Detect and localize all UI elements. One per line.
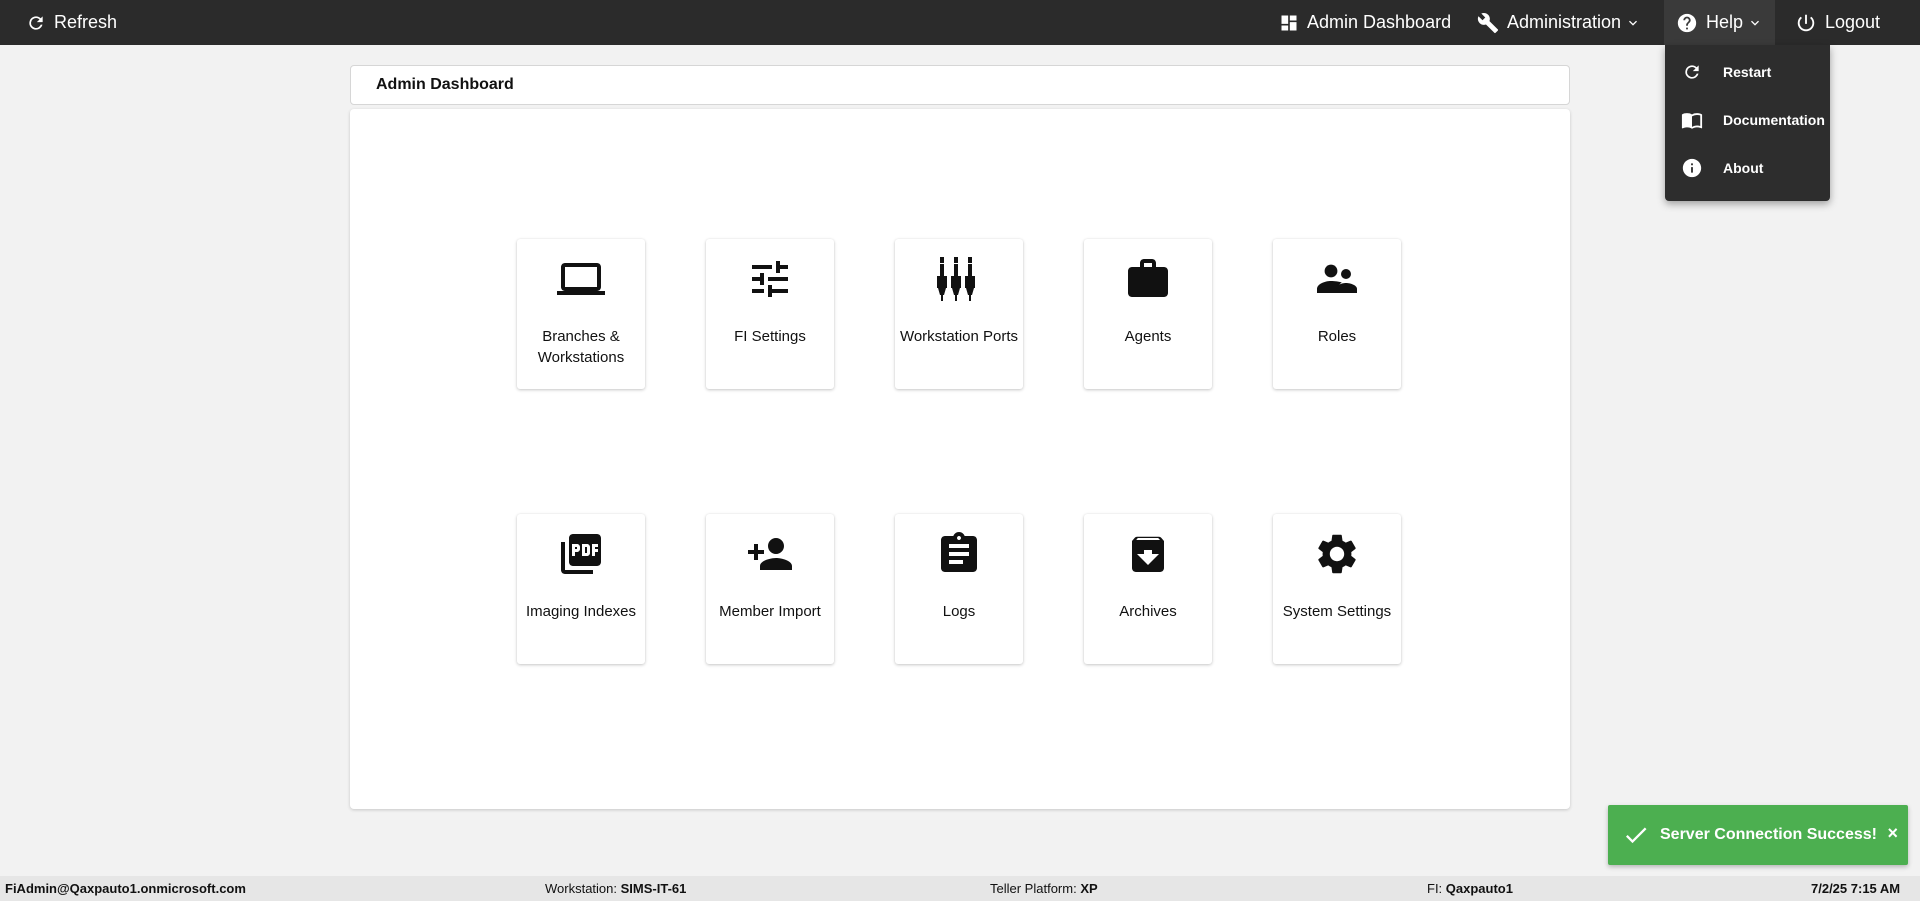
tile-member-import[interactable]: Member Import xyxy=(706,514,834,664)
status-teller-platform: Teller Platform: XP xyxy=(990,876,1098,901)
dashboard-icon xyxy=(1279,13,1299,33)
tile-label: Imaging Indexes xyxy=(525,603,637,620)
user-email: FiAdmin@Qaxpauto1.onmicrosoft.com xyxy=(5,881,246,896)
tile-label: Workstation Ports xyxy=(899,328,1019,345)
info-icon xyxy=(1681,157,1703,179)
archive-icon xyxy=(1084,530,1212,578)
tile-label: Archives xyxy=(1119,603,1177,620)
tile-label: System Settings xyxy=(1282,603,1392,620)
workstation-label: Workstation: xyxy=(545,881,618,896)
restart-icon xyxy=(1681,61,1703,83)
menu-item-restart[interactable]: Restart xyxy=(1665,52,1830,92)
workstation-value: SIMS-IT-61 xyxy=(620,881,687,896)
fi-value: Qaxpauto1 xyxy=(1445,881,1513,896)
admin-dashboard-nav[interactable]: Admin Dashboard xyxy=(1279,0,1451,45)
help-circle-icon xyxy=(1676,12,1698,34)
tile-label: Roles xyxy=(1317,328,1357,345)
laptop-icon xyxy=(517,255,645,303)
menu-item-label: Documentation xyxy=(1723,112,1825,128)
admin-dashboard-label: Admin Dashboard xyxy=(1307,12,1452,32)
tile-logs[interactable]: Logs xyxy=(895,514,1023,664)
tile-fi-settings[interactable]: FI Settings xyxy=(706,239,834,389)
chevron-down-icon xyxy=(1625,15,1641,31)
sliders-icon xyxy=(706,255,834,303)
person-add-icon xyxy=(706,530,834,578)
tile-archives[interactable]: Archives xyxy=(1084,514,1212,664)
datetime: 7/2/25 7:15 AM xyxy=(1811,881,1901,896)
page-title: Admin Dashboard xyxy=(376,76,514,93)
administration-label: Administration xyxy=(1507,12,1622,32)
help-menu[interactable]: Help xyxy=(1664,0,1776,45)
tile-imaging-indexes[interactable]: Imaging Indexes xyxy=(517,514,645,664)
tile-workstation-ports[interactable]: Workstation Ports xyxy=(895,239,1023,389)
page-title-bar: Admin Dashboard xyxy=(350,65,1570,105)
tile-label: Member Import xyxy=(719,603,821,620)
tile-roles[interactable]: Roles xyxy=(1273,239,1401,389)
gear-icon xyxy=(1273,530,1401,578)
administration-menu[interactable]: Administration xyxy=(1477,0,1641,45)
pdf-icon xyxy=(517,530,645,578)
clipboard-icon xyxy=(895,530,1023,578)
help-dropdown-menu: Restart Documentation About xyxy=(1665,45,1830,201)
toast-message: Server Connection Success! xyxy=(1660,826,1877,843)
top-navigation-bar: Refresh Admin Dashboard Administration H… xyxy=(0,0,1920,45)
tile-label: FI Settings xyxy=(734,328,806,345)
tile-system-settings[interactable]: System Settings xyxy=(1273,514,1401,664)
ports-icon xyxy=(895,255,1023,303)
platform-value: XP xyxy=(1080,881,1098,896)
platform-label: Teller Platform: xyxy=(990,881,1077,896)
logout-label: Logout xyxy=(1825,12,1881,32)
tile-agents[interactable]: Agents xyxy=(1084,239,1212,389)
check-icon xyxy=(1622,821,1650,849)
status-workstation: Workstation: SIMS-IT-61 xyxy=(545,876,686,901)
menu-item-label: Restart xyxy=(1723,64,1772,80)
success-toast: Server Connection Success! × xyxy=(1608,805,1908,865)
status-user: FiAdmin@Qaxpauto1.onmicrosoft.com xyxy=(5,876,246,901)
dashboard-panel: Branches & Workstations FI Settings Work… xyxy=(350,109,1570,809)
tile-label: Branches & Workstations xyxy=(537,328,625,366)
refresh-button[interactable]: Refresh xyxy=(26,0,117,45)
menu-item-about[interactable]: About xyxy=(1665,148,1830,188)
briefcase-icon xyxy=(1084,255,1212,303)
refresh-icon xyxy=(26,13,46,33)
menu-item-label: About xyxy=(1723,160,1764,176)
tile-branches-workstations[interactable]: Branches & Workstations xyxy=(517,239,645,389)
help-label: Help xyxy=(1706,12,1744,32)
status-bar: FiAdmin@Qaxpauto1.onmicrosoft.com Workst… xyxy=(0,876,1920,901)
tile-label: Agents xyxy=(1124,328,1172,345)
toast-close-button[interactable]: × xyxy=(1887,823,1898,844)
refresh-label: Refresh xyxy=(54,12,118,32)
power-icon xyxy=(1795,12,1817,34)
tile-label: Logs xyxy=(942,603,976,620)
wrench-icon xyxy=(1477,12,1499,34)
book-icon xyxy=(1681,109,1703,131)
fi-label: FI: xyxy=(1427,881,1443,896)
status-datetime: 7/2/25 7:15 AM xyxy=(1811,876,1900,901)
menu-item-documentation[interactable]: Documentation xyxy=(1665,100,1830,140)
status-fi: FI: Qaxpauto1 xyxy=(1427,876,1513,901)
logout-button[interactable]: Logout xyxy=(1795,0,1880,45)
people-icon xyxy=(1273,255,1401,303)
chevron-down-icon xyxy=(1747,15,1763,31)
